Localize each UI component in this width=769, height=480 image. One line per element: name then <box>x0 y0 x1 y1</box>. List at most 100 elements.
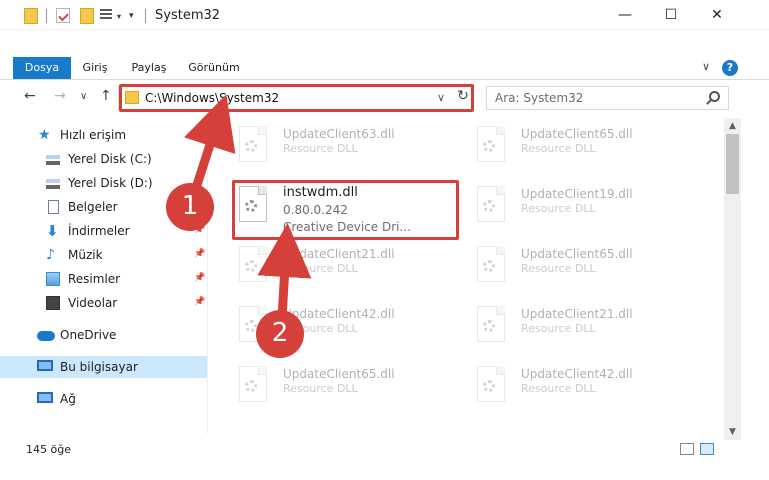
file-name: UpdateClient65.dll <box>521 247 633 261</box>
dll-file-icon <box>473 306 507 346</box>
pin-icon[interactable]: 📌 <box>194 273 205 283</box>
step-2-badge: 2 <box>256 310 304 358</box>
sidebar-item-label: Bu bilgisayar <box>60 360 138 374</box>
file-name: UpdateClient21.dll <box>283 247 395 261</box>
new-folder-icon[interactable] <box>80 8 94 24</box>
network-icon <box>37 392 53 403</box>
file-description: Resource DLL <box>283 142 358 155</box>
documents-icon <box>48 200 59 214</box>
details-view-icon[interactable] <box>680 443 694 455</box>
file-item[interactable]: UpdateClient63.dll Resource DLL <box>211 122 441 172</box>
file-list: UpdateClient63.dll Resource DLL UpdateCl… <box>209 118 724 434</box>
search-input[interactable]: Ara: System32 <box>495 91 583 105</box>
sidebar-item-music[interactable]: ♪ Müzik 📌 <box>0 244 207 266</box>
maximize-button[interactable]: ☐ <box>648 0 694 30</box>
file-item[interactable]: UpdateClient21.dll Resource DLL <box>211 242 441 292</box>
sidebar-item-label: Hızlı erişim <box>60 128 127 142</box>
recent-locations-button[interactable]: ∨ <box>80 91 87 102</box>
back-button[interactable]: ← <box>24 88 36 104</box>
forward-button[interactable]: → <box>54 88 66 104</box>
tab-home[interactable]: Giriş <box>76 57 114 79</box>
dll-file-icon <box>473 246 507 286</box>
dll-file-icon <box>235 126 269 166</box>
file-name: UpdateClient65.dll <box>521 127 633 141</box>
navigation-pane: ★ Hızlı erişim Yerel Disk (C:) Yerel Dis… <box>0 118 208 434</box>
sidebar-item-label: Belgeler <box>68 200 118 214</box>
large-icons-view-icon[interactable] <box>700 443 714 455</box>
sidebar-item-label: Yerel Disk (C:) <box>68 152 152 166</box>
file-description: Resource DLL <box>521 142 596 155</box>
file-item[interactable]: UpdateClient65.dll Resource DLL <box>449 242 679 292</box>
file-version: 0.80.0.242 <box>283 203 348 217</box>
chevron-down-icon[interactable]: ▾ <box>117 12 121 21</box>
help-button[interactable]: ? <box>722 60 738 76</box>
file-item[interactable]: UpdateClient42.dll Resource DLL <box>449 362 679 412</box>
sidebar-item-label: Videolar <box>68 296 118 310</box>
file-name: instwdm.dll <box>283 185 358 200</box>
search-box[interactable]: Ara: System32 <box>486 86 729 110</box>
sidebar-item-network[interactable]: Ağ <box>0 388 207 410</box>
view-icon[interactable] <box>100 8 114 22</box>
sidebar-item-this-pc[interactable]: Bu bilgisayar <box>0 356 207 378</box>
file-description: Resource DLL <box>521 262 596 275</box>
status-bar: 145 öğe <box>0 440 769 460</box>
refresh-button[interactable]: ↻ <box>455 88 471 108</box>
dll-file-icon <box>473 186 507 226</box>
computer-icon <box>37 360 53 371</box>
pin-icon[interactable]: 📌 <box>194 249 205 259</box>
file-item[interactable]: UpdateClient21.dll Resource DLL <box>449 302 679 352</box>
tab-view[interactable]: Görünüm <box>184 57 244 79</box>
sidebar-item-label: OneDrive <box>60 328 117 342</box>
scroll-thumb[interactable] <box>726 134 739 194</box>
file-description: Resource DLL <box>521 322 596 335</box>
pictures-icon <box>46 272 60 286</box>
sidebar-item-onedrive[interactable]: OneDrive <box>0 324 207 346</box>
minimize-button[interactable]: — <box>602 0 648 30</box>
item-count: 145 öğe <box>26 443 71 456</box>
tab-file[interactable]: Dosya <box>13 57 71 79</box>
sidebar-item-label: İndirmeler <box>68 224 130 238</box>
file-item[interactable]: UpdateClient65.dll Resource DLL <box>449 122 679 172</box>
customize-toolbar-icon[interactable]: ▾ <box>129 11 134 21</box>
file-description: Resource DLL <box>283 262 358 275</box>
title-bar: ▾ ▾ System32 — ☐ ✕ <box>0 0 769 30</box>
dll-file-icon <box>473 366 507 406</box>
file-item-instwdm[interactable]: instwdm.dll 0.80.0.242 Creative Device D… <box>211 182 441 234</box>
window-title: System32 <box>155 8 221 23</box>
file-description: Resource DLL <box>521 202 596 215</box>
file-name: UpdateClient42.dll <box>283 307 395 321</box>
sidebar-item-label: Yerel Disk (D:) <box>68 176 153 190</box>
sidebar-item-quick-access[interactable]: ★ Hızlı erişim <box>0 124 207 146</box>
sidebar-item-local-disk-c[interactable]: Yerel Disk (C:) <box>0 148 207 170</box>
tab-share[interactable]: Paylaş <box>126 57 172 79</box>
disk-icon <box>46 179 60 189</box>
file-item[interactable]: UpdateClient42.dll Resource DLL <box>211 302 441 352</box>
sidebar-item-label: Müzik <box>68 248 103 262</box>
search-icon[interactable] <box>709 91 720 102</box>
folder-icon <box>125 91 139 104</box>
file-item[interactable]: UpdateClient19.dll Resource DLL <box>449 182 679 232</box>
address-bar[interactable]: C:\Windows\System32 ∨ ↻ <box>118 86 472 110</box>
sidebar-item-pictures[interactable]: Resimler 📌 <box>0 268 207 290</box>
file-name: UpdateClient63.dll <box>283 127 395 141</box>
dll-file-icon <box>235 186 269 226</box>
up-button[interactable]: ↑ <box>100 88 112 104</box>
ribbon-expand-icon[interactable]: ∨ <box>702 60 710 73</box>
star-icon: ★ <box>38 127 51 143</box>
properties-icon[interactable] <box>56 8 70 23</box>
scroll-up-arrow[interactable]: ▲ <box>724 118 741 134</box>
downloads-icon: ⬇ <box>46 222 59 240</box>
close-button[interactable]: ✕ <box>694 0 740 30</box>
sidebar-item-videos[interactable]: Videolar 📌 <box>0 292 207 314</box>
step-1-badge: 1 <box>166 183 214 231</box>
file-item[interactable]: UpdateClient65.dll Resource DLL <box>211 362 441 412</box>
scroll-down-arrow[interactable]: ▼ <box>724 424 741 440</box>
pin-icon[interactable]: 📌 <box>194 297 205 307</box>
file-name: UpdateClient65.dll <box>283 367 395 381</box>
vertical-scrollbar[interactable]: ▲ ▼ <box>724 118 741 440</box>
address-path[interactable]: C:\Windows\System32 <box>145 91 279 105</box>
chevron-down-icon[interactable]: ∨ <box>437 91 445 104</box>
dll-file-icon <box>235 366 269 406</box>
file-description: Creative Device Dri... <box>283 220 411 234</box>
onedrive-icon <box>37 331 55 341</box>
